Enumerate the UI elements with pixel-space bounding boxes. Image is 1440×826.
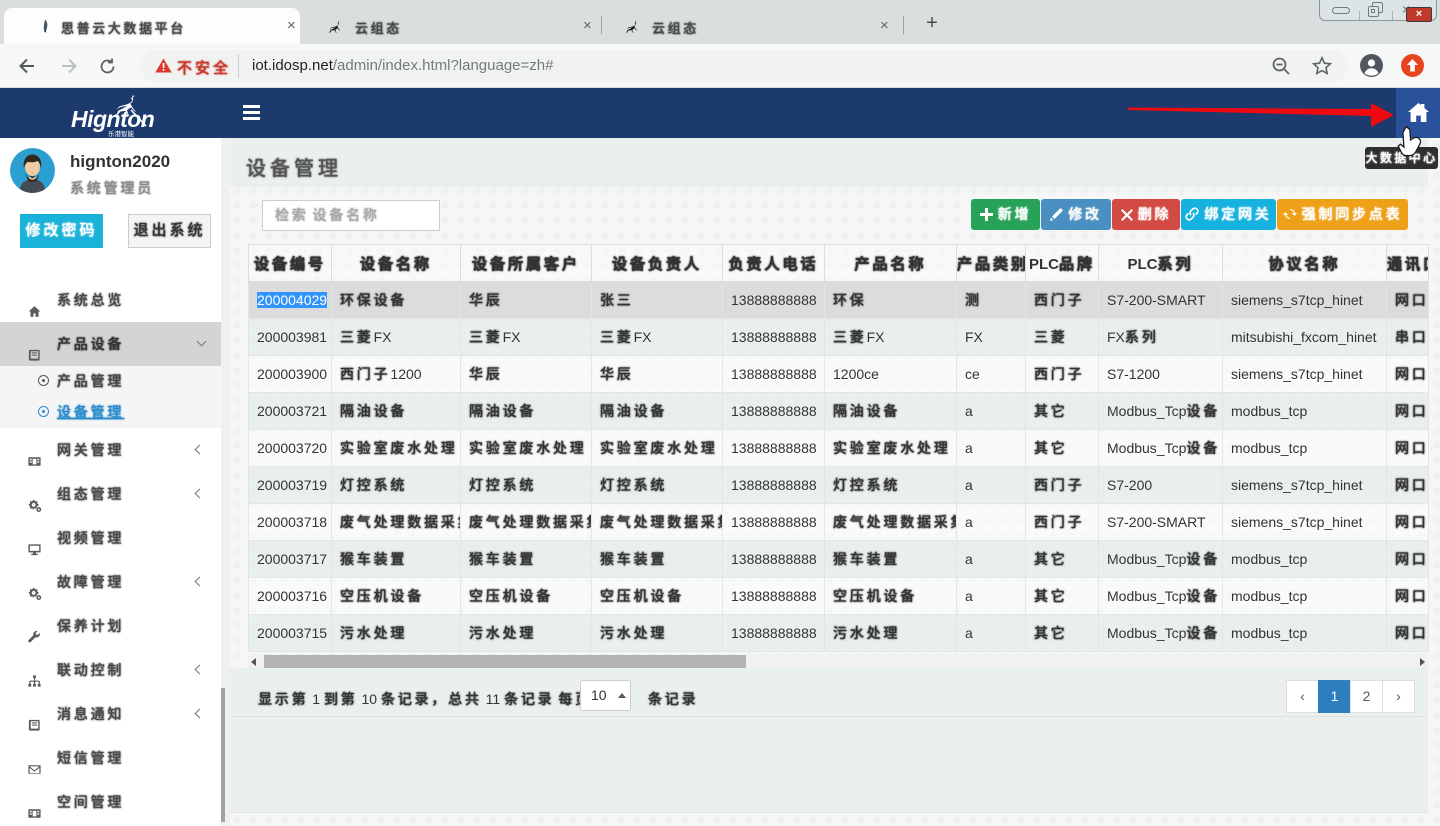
svg-text:乐港智能: 乐港智能: [108, 129, 135, 138]
svg-text:Hignton: Hignton: [71, 106, 155, 132]
